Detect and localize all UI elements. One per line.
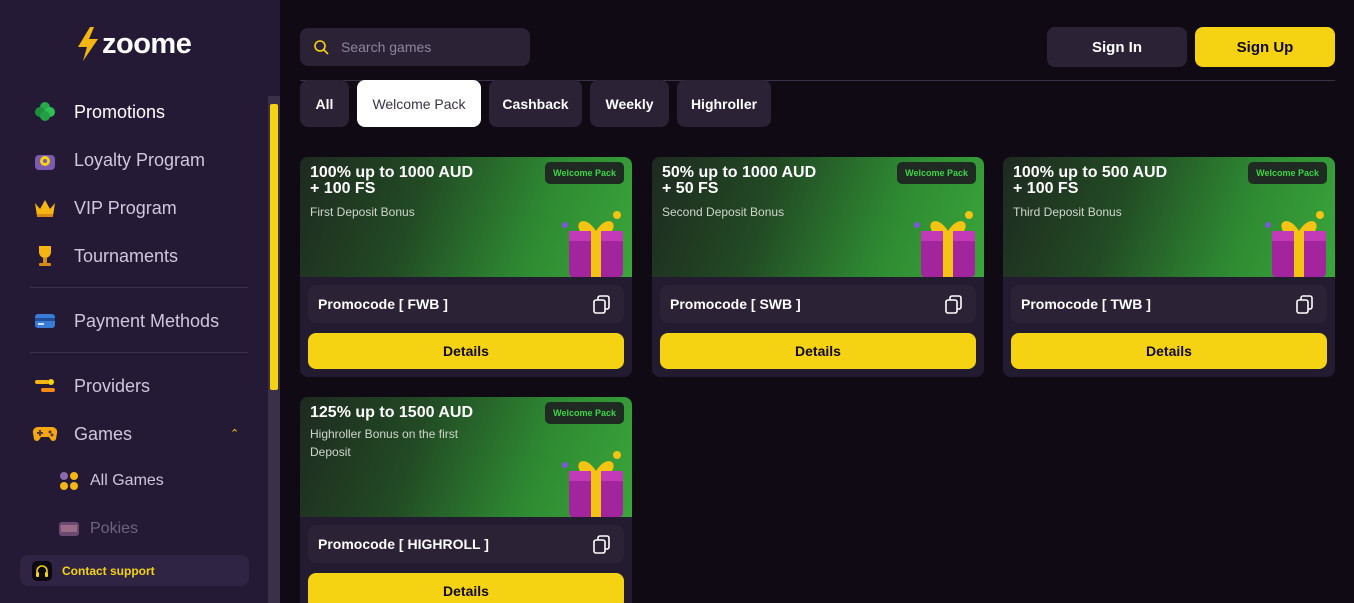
- copy-icon[interactable]: [592, 294, 612, 314]
- promo-banner: 125% up to 1500 AUD Highroller Bonus on …: [300, 397, 632, 517]
- promo-banner: 100% up to 1000 AUD + 100 FS First Deposi…: [300, 157, 632, 277]
- promo-title-line2: + 100 FS: [310, 180, 376, 197]
- sidebar-item-loyalty[interactable]: Loyalty Program: [32, 145, 205, 175]
- promo-title-line1: 100% up to 1000 AUD: [310, 164, 474, 181]
- promo-title-line2: + 50 FS: [662, 180, 719, 197]
- bolt-icon: [78, 27, 98, 61]
- app: zoome Promotions Loyalty Program VIP Pro…: [0, 0, 1354, 603]
- promocode-box: Promocode [ FWB ]: [308, 285, 624, 323]
- tab-welcome-pack[interactable]: Welcome Pack: [357, 80, 481, 127]
- promo-title-line1: 100% up to 500 AUD: [1013, 164, 1168, 181]
- logo-text: zoome: [102, 27, 192, 60]
- sidebar-item-label: Payment Methods: [74, 310, 220, 331]
- sidebar-item-label: Providers: [74, 375, 151, 396]
- tab-highroller[interactable]: Highroller: [677, 80, 771, 127]
- loyalty-chest-icon: [32, 147, 58, 173]
- gamepad-icon: [32, 421, 58, 447]
- sidebar: zoome Promotions Loyalty Program VIP Pro…: [0, 0, 280, 603]
- trophy-icon: [32, 243, 58, 269]
- welcome-pack-badge: Welcome Pack: [545, 162, 624, 184]
- contact-support-button[interactable]: Contact support: [20, 555, 249, 586]
- contact-support-label: Contact support: [62, 563, 155, 578]
- sidebar-subitem-all-games[interactable]: All Games: [58, 468, 164, 494]
- sidebar-item-tournaments[interactable]: Tournaments: [32, 241, 178, 271]
- welcome-pack-badge: Welcome Pack: [545, 402, 624, 424]
- search-placeholder: Search games: [341, 39, 432, 55]
- sidebar-item-label: Tournaments: [74, 245, 179, 266]
- sidebar-item-label: Promotions: [74, 101, 166, 122]
- chevron-up-icon[interactable]: ⌃: [230, 427, 239, 440]
- sidebar-item-games[interactable]: Games: [32, 419, 132, 449]
- promo-card: 125% up to 1500 AUD Highroller Bonus on …: [300, 397, 632, 603]
- sidebar-item-label: Games: [74, 423, 133, 444]
- promo-subtitle: Highroller Bonus on the first Deposit: [310, 427, 459, 459]
- sidebar-item-label: VIP Program: [74, 197, 177, 218]
- promo-subtitle: Third Deposit Bonus: [1013, 205, 1122, 219]
- sidebar-divider: [30, 352, 248, 353]
- search-input[interactable]: Search games: [300, 28, 530, 66]
- sidebar-scrollbar-thumb[interactable]: [270, 104, 278, 390]
- sidebar-item-vip[interactable]: VIP Program: [32, 193, 177, 223]
- sidebar-subitem-pokies[interactable]: Pokies: [58, 516, 138, 542]
- sidebar-item-payment-methods[interactable]: Payment Methods: [32, 306, 219, 336]
- promo-subtitle: Second Deposit Bonus: [662, 205, 785, 219]
- gift-icon: [1265, 211, 1326, 277]
- promo-title: 125% up to 1500 AUD: [310, 405, 473, 421]
- tab-weekly[interactable]: Weekly: [590, 80, 669, 127]
- copy-icon[interactable]: [1295, 294, 1315, 314]
- logo[interactable]: zoome: [76, 27, 192, 61]
- sign-in-button[interactable]: Sign In: [1047, 27, 1187, 67]
- sidebar-subitem-label: Pokies: [90, 520, 139, 537]
- promo-card: 100% up to 1000 AUD + 100 FS First Deposi…: [300, 157, 632, 377]
- promo-card: 100% up to 500 AUD + 100 FS Third Deposit…: [1003, 157, 1335, 377]
- details-button[interactable]: Details: [308, 573, 624, 603]
- promocode-label: Promocode [ FWB ]: [318, 296, 448, 312]
- promo-title-line2: + 100 FS: [1013, 180, 1079, 197]
- sidebar-item-providers[interactable]: Providers: [32, 371, 150, 401]
- gift-icon: [562, 211, 623, 277]
- gift-icon: [562, 451, 623, 517]
- sidebar-item-label: Loyalty Program: [74, 149, 206, 170]
- details-button[interactable]: Details: [660, 333, 976, 369]
- sign-up-button[interactable]: Sign Up: [1195, 27, 1335, 67]
- promo-banner: 100% up to 500 AUD + 100 FS Third Deposit…: [1003, 157, 1335, 277]
- copy-icon[interactable]: [944, 294, 964, 314]
- sidebar-subitem-label: All Games: [90, 472, 164, 489]
- promo-title: 100% up to 500 AUD + 100 FS: [1013, 165, 1167, 197]
- promocode-box: Promocode [ SWB ]: [660, 285, 976, 323]
- promo-card: 50% up to 1000 AUD + 50 FS Second Deposit…: [652, 157, 984, 377]
- details-button[interactable]: Details: [1011, 333, 1327, 369]
- promo-title-line1: 125% up to 1500 AUD: [310, 404, 474, 421]
- copy-icon[interactable]: [592, 534, 612, 554]
- promo-title: 100% up to 1000 AUD + 100 FS: [310, 165, 473, 197]
- sidebar-item-promotions[interactable]: Promotions: [32, 97, 165, 127]
- tab-cashback[interactable]: Cashback: [489, 80, 582, 127]
- promocode-box: Promocode [ HIGHROLL ]: [308, 525, 624, 563]
- promocode-label: Promocode [ TWB ]: [1021, 296, 1151, 312]
- credit-card-icon: [32, 308, 58, 334]
- search-icon: [314, 40, 329, 55]
- clover-icon: [32, 99, 58, 125]
- providers-icon: [32, 373, 58, 399]
- gift-icon: [914, 211, 975, 277]
- promo-title-line1: 50% up to 1000 AUD: [662, 164, 817, 181]
- promocode-box: Promocode [ TWB ]: [1011, 285, 1327, 323]
- promocode-label: Promocode [ HIGHROLL ]: [318, 536, 489, 552]
- slot-machine-icon: [58, 518, 80, 540]
- promo-title: 50% up to 1000 AUD + 50 FS: [662, 165, 816, 197]
- headphones-icon: [32, 560, 52, 581]
- sidebar-divider: [30, 287, 248, 288]
- promo-banner: 50% up to 1000 AUD + 50 FS Second Deposit…: [652, 157, 984, 277]
- tab-all[interactable]: All: [300, 80, 349, 127]
- promocode-label: Promocode [ SWB ]: [670, 296, 801, 312]
- details-button[interactable]: Details: [308, 333, 624, 369]
- welcome-pack-badge: Welcome Pack: [1248, 162, 1327, 184]
- promo-subtitle: First Deposit Bonus: [310, 205, 415, 219]
- welcome-pack-badge: Welcome Pack: [897, 162, 976, 184]
- grid-dots-icon: [58, 470, 80, 492]
- crown-icon: [32, 195, 58, 221]
